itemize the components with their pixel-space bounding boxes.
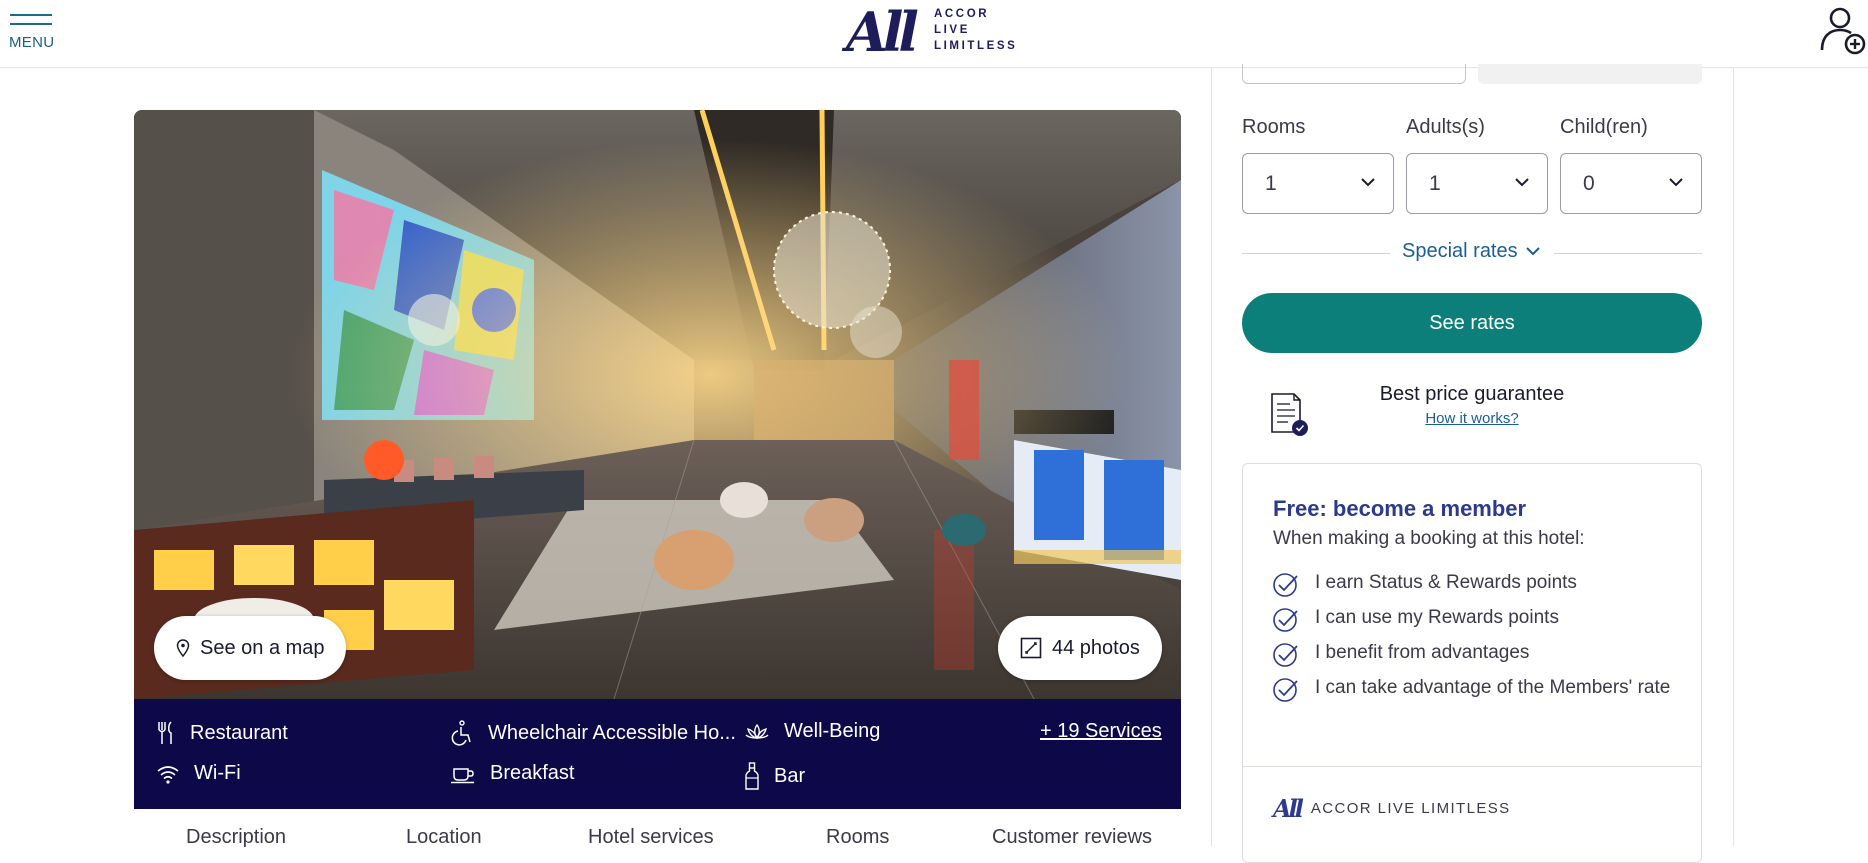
fork-knife-icon — [158, 721, 172, 744]
see-on-map-label: See on a map — [200, 636, 325, 659]
children-value: 0 — [1583, 172, 1595, 195]
column-divider — [1733, 68, 1734, 846]
benefit-item: I earn Status & Rewards points — [1273, 568, 1673, 598]
service-bar: Bar — [744, 762, 805, 790]
benefit-item: I benefit from advantages — [1273, 638, 1673, 668]
check-circle-icon — [1273, 643, 1298, 667]
special-rates-label: Special rates — [1402, 240, 1518, 262]
member-subtitle: When making a booking at this hotel: — [1273, 528, 1585, 549]
chevron-down-icon — [1361, 178, 1375, 187]
logo-mark: All — [846, 0, 919, 64]
service-wifi: Wi-Fi — [156, 762, 241, 785]
service-label: Breakfast — [490, 762, 575, 784]
service-restaurant: Restaurant — [156, 720, 288, 746]
benefit-text: I earn Status & Rewards points — [1315, 572, 1577, 593]
wheelchair-icon — [451, 720, 471, 746]
service-label: Wi-Fi — [194, 762, 241, 784]
hamburger-icon — [10, 14, 52, 32]
children-label: Child(ren) — [1560, 116, 1648, 138]
photos-label: 44 photos — [1052, 636, 1140, 659]
services-bar: Restaurant Wheelchair Accessible Ho... W… — [134, 699, 1181, 809]
add-account-icon[interactable] — [1818, 4, 1868, 56]
benefit-text: I benefit from advantages — [1315, 642, 1530, 663]
benefit-text: I can use my Rewards points — [1315, 607, 1559, 628]
card-divider — [1243, 766, 1701, 767]
member-title: Free: become a member — [1273, 496, 1527, 521]
rooms-select[interactable]: 1 — [1242, 153, 1394, 214]
service-label: Bar — [774, 764, 806, 787]
menu-label: MENU — [9, 34, 55, 51]
all-logo-text: ACCOR LIVE LIMITLESS — [1310, 800, 1511, 817]
adults-value: 1 — [1429, 172, 1441, 195]
hotel-lobby-photo — [134, 110, 1181, 699]
accor-logo[interactable]: All ACCOR LIVE LIMITLESS — [846, 2, 1016, 62]
all-logo-mark: All — [1273, 794, 1304, 823]
benefit-item: I can use my Rewards points — [1273, 603, 1673, 633]
benefit-item: I can take advantage of the Members' rat… — [1273, 673, 1673, 703]
special-rates-toggle[interactable]: Special rates — [1402, 240, 1540, 263]
children-select[interactable]: 0 — [1560, 153, 1702, 214]
service-label: Well-Being — [784, 720, 881, 742]
date-field[interactable] — [1242, 64, 1466, 84]
service-label: Restaurant — [190, 721, 288, 744]
service-label: Wheelchair Accessible Ho... — [488, 721, 736, 744]
benefit-text: I can take advantage of the Members' rat… — [1315, 677, 1671, 698]
divider-line — [1554, 253, 1702, 254]
logo-wordmark: ACCOR LIVE LIMITLESS — [934, 8, 1018, 52]
special-rates-row: Special rates — [1242, 238, 1702, 268]
how-it-works-link[interactable]: How it works? — [1242, 410, 1702, 427]
menu-button[interactable]: MENU — [8, 10, 56, 54]
check-circle-icon — [1273, 573, 1298, 597]
expand-icon — [1020, 637, 1042, 659]
hotel-hero-image[interactable]: See on a map 44 photos — [134, 110, 1181, 699]
adults-label: Adults(s) — [1406, 116, 1485, 138]
bottle-icon — [745, 762, 759, 790]
map-pin-icon — [176, 639, 190, 657]
more-services-link[interactable]: + 19 Services — [1040, 720, 1162, 743]
service-breakfast: Breakfast — [450, 762, 574, 785]
adults-select[interactable]: 1 — [1406, 153, 1548, 214]
column-divider — [1211, 68, 1212, 846]
check-circle-icon — [1273, 608, 1298, 632]
card-footer-logo: All ACCOR LIVE LIMITLESS — [1273, 794, 1511, 823]
see-on-map-button[interactable]: See on a map — [154, 616, 346, 680]
chevron-down-icon — [1669, 178, 1683, 187]
chevron-down-icon — [1525, 247, 1540, 256]
wifi-icon — [157, 765, 179, 784]
service-wheelchair: Wheelchair Accessible Ho... — [450, 720, 736, 746]
rooms-label: Rooms — [1242, 116, 1306, 138]
chevron-down-icon — [1515, 178, 1529, 187]
check-circle-icon — [1273, 678, 1298, 702]
date-field-disabled — [1478, 64, 1702, 84]
price-guarantee-title: Best price guarantee — [1379, 383, 1565, 405]
see-rates-button[interactable]: See rates — [1242, 293, 1702, 353]
service-well-being: Well-Being — [744, 720, 880, 743]
photos-button[interactable]: 44 photos — [998, 616, 1162, 680]
divider-line — [1242, 253, 1390, 254]
site-header: MENU All ACCOR LIVE LIMITLESS — [0, 0, 1868, 68]
rooms-value: 1 — [1265, 172, 1277, 195]
lotus-icon — [745, 723, 769, 739]
member-card: Free: become a member When making a book… — [1242, 463, 1702, 863]
coffee-cup-icon — [451, 767, 474, 783]
